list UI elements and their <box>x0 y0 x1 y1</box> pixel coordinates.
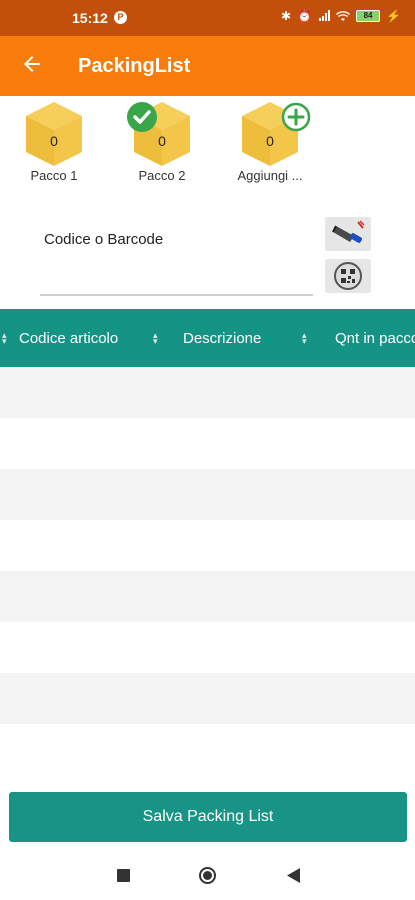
package-label: Aggiungi ... <box>237 168 303 183</box>
package-count: 0 <box>50 133 58 149</box>
table-body <box>0 367 415 775</box>
table-row <box>0 622 415 673</box>
app-bar: PackingList <box>0 36 415 96</box>
package-item-pacco-1[interactable]: 0 Pacco 1 <box>14 100 94 183</box>
save-packing-list-button[interactable]: Salva Packing List <box>9 792 407 842</box>
column-header-descrizione[interactable]: Descrizione <box>183 330 261 347</box>
box-icon: 0 <box>127 100 193 168</box>
circle-icon[interactable] <box>198 866 217 885</box>
system-nav-bar <box>0 852 415 900</box>
table-row <box>0 571 415 622</box>
triangle-left-icon[interactable] <box>287 868 300 883</box>
barcode-scanner-icon <box>332 220 365 243</box>
sort-icon[interactable]: ▴ ▾ <box>153 331 158 346</box>
code-input-hint: Codice o Barcode <box>44 231 164 248</box>
page-title: PackingList <box>78 55 191 77</box>
status-time: 15:12 <box>72 10 108 26</box>
barcode-scanner-button[interactable] <box>325 217 371 251</box>
check-circle-icon <box>127 102 157 132</box>
package-item-add[interactable]: 0 Aggiungi ... <box>230 100 311 183</box>
qr-code-icon <box>334 262 362 290</box>
package-item-pacco-2[interactable]: 0 Pacco 2 <box>122 100 202 183</box>
alarm-icon: ⏰ <box>297 9 313 23</box>
qr-scan-button[interactable] <box>325 259 371 293</box>
column-header-codice-articolo[interactable]: Codice articolo <box>19 330 118 347</box>
status-bar: 15:12 P ✱ ⏰ 84 ⚡ <box>0 0 415 36</box>
table-row <box>0 520 415 571</box>
plus-circle-icon <box>281 102 311 132</box>
signal-icon <box>319 10 331 21</box>
sort-icon[interactable]: ▴ ▾ <box>302 331 307 346</box>
package-label: Pacco 1 <box>30 168 78 183</box>
table-row <box>0 724 415 775</box>
table-row <box>0 418 415 469</box>
arrow-left-icon[interactable] <box>20 52 44 76</box>
sort-icon[interactable]: ▴ ▾ <box>2 331 7 346</box>
box-icon: 0 <box>239 100 311 168</box>
bluetooth-icon: ✱ <box>281 9 292 23</box>
square-icon[interactable] <box>117 869 130 882</box>
package-label: Pacco 2 <box>138 168 186 183</box>
code-input[interactable]: Codice o Barcode <box>40 222 313 296</box>
box-icon: 0 <box>23 100 85 168</box>
table-row <box>0 367 415 418</box>
column-header-qnt-in-pacco[interactable]: Qnt in pacco <box>335 330 415 347</box>
system-icons: ✱ ⏰ 84 ⚡ <box>281 9 401 23</box>
p-circle-icon: P <box>114 11 127 24</box>
table-row <box>0 469 415 520</box>
table-row <box>0 673 415 724</box>
package-list: 0 Pacco 1 0 Pacco 2 0 Aggiungi ... <box>0 100 415 190</box>
charging-icon: ⚡ <box>386 9 401 23</box>
table-header: ▴ ▾ Codice articolo ▴ ▾ Descrizione ▴ ▾ Qnt… <box>0 309 415 367</box>
package-count: 0 <box>266 133 274 149</box>
wifi-icon <box>336 11 351 21</box>
package-count: 0 <box>158 133 166 149</box>
battery-icon: 84 <box>356 10 381 22</box>
